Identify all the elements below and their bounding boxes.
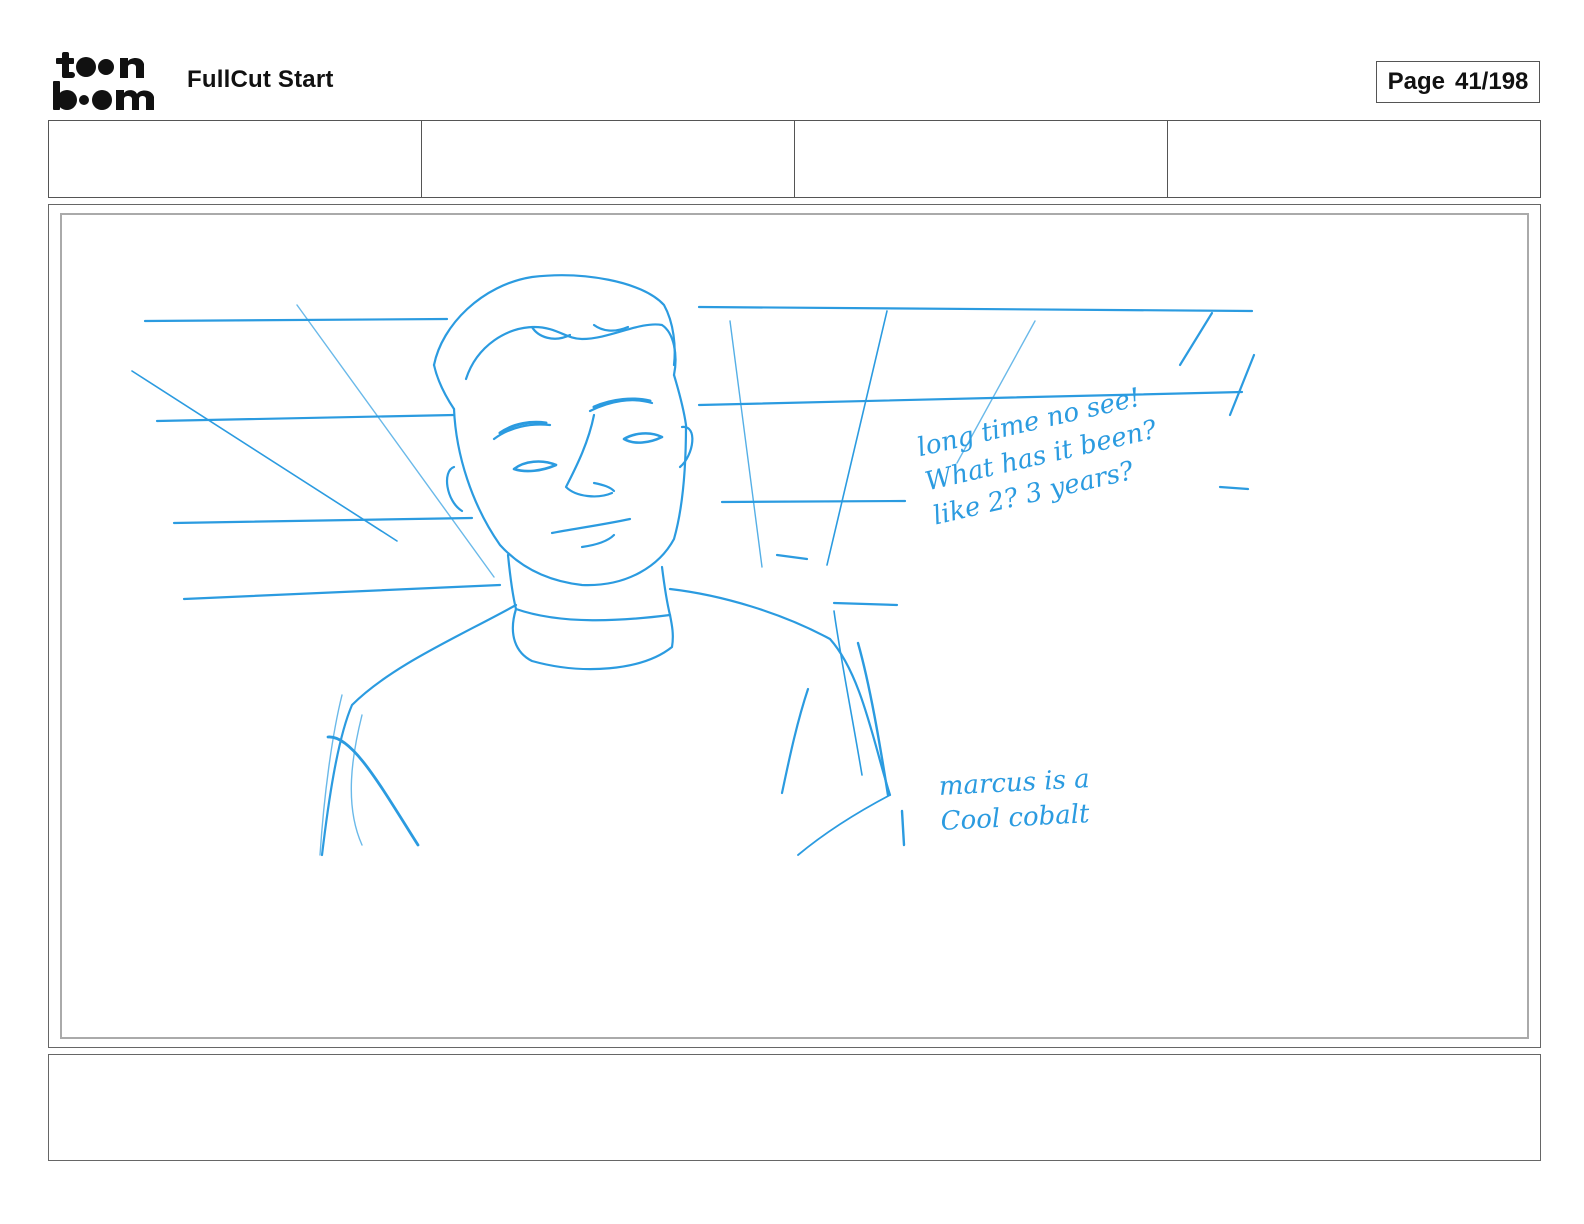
page-number: 41/198 — [1454, 68, 1529, 95]
project-title: FullCut Start — [187, 66, 334, 93]
header-field-1 — [49, 121, 422, 197]
sketch-drawing — [131, 274, 1256, 857]
header-field-2 — [422, 121, 795, 197]
header-fields-row — [48, 120, 1541, 198]
header-field-3 — [795, 121, 1168, 197]
toon-boom-logo-mark — [53, 52, 154, 110]
header-field-4 — [1168, 121, 1540, 197]
toon-boom-logo — [50, 50, 165, 112]
dialogue-box — [48, 1054, 1541, 1161]
panel-image-area: long time no see! What has it been? like… — [60, 213, 1529, 1039]
page-indicator: Page 41/198 — [1376, 61, 1540, 103]
page-label: Page — [1387, 68, 1445, 95]
color-note: marcus is a Cool cobalt — [938, 762, 1092, 840]
